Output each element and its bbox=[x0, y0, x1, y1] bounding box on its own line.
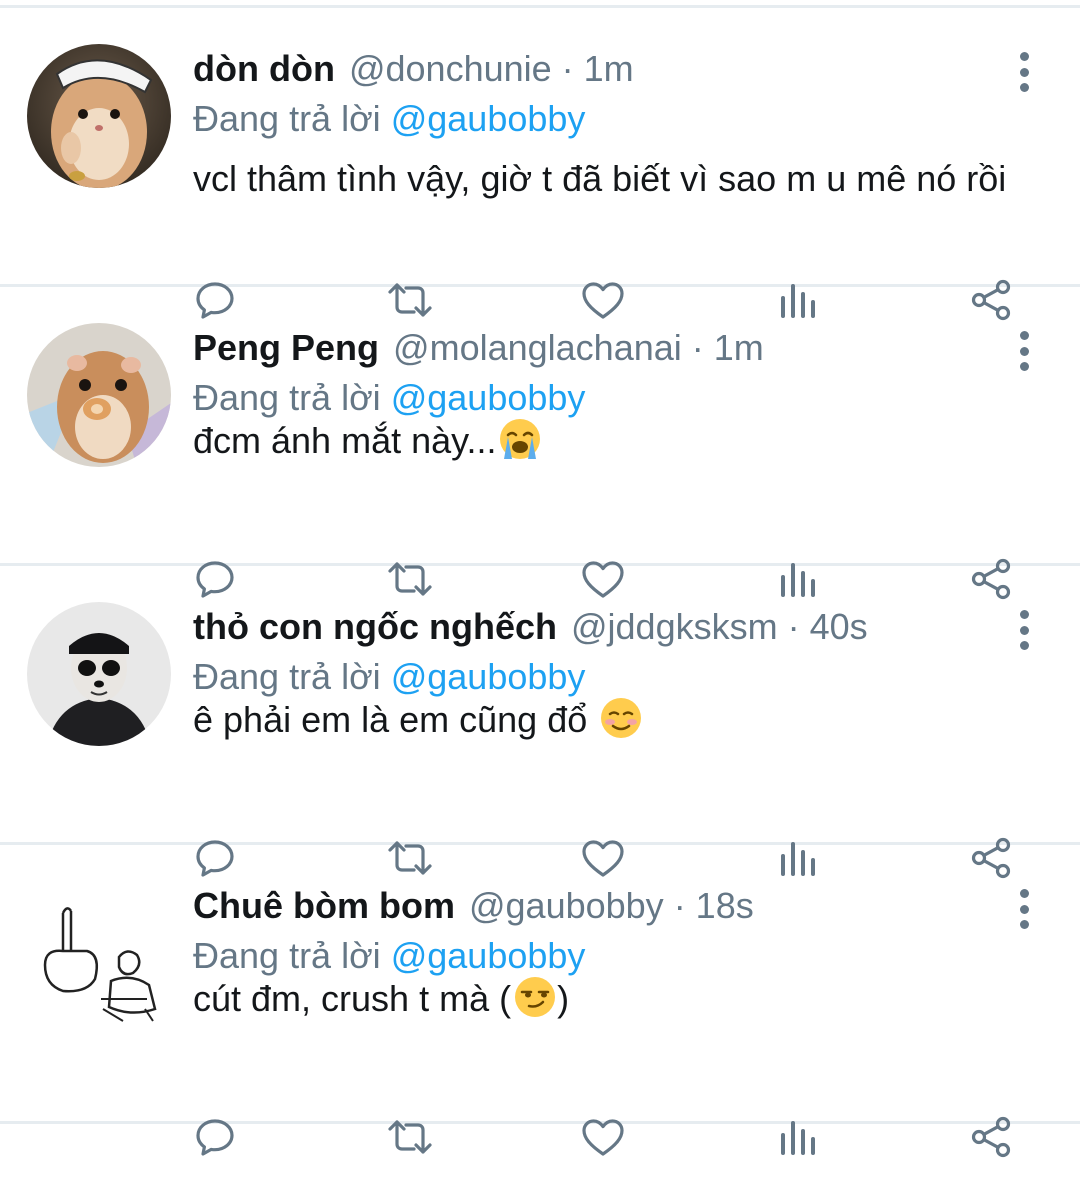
tweet-header: Peng Peng @molanglachanai · 1m bbox=[193, 325, 764, 371]
avatar[interactable] bbox=[27, 44, 171, 188]
more-options-icon[interactable] bbox=[1012, 52, 1036, 92]
display-name[interactable]: dòn dòn bbox=[193, 48, 335, 89]
analytics-icon[interactable] bbox=[773, 1113, 821, 1161]
smirking-face-emoji bbox=[515, 977, 556, 1017]
mention-link[interactable]: @gaubobby bbox=[391, 656, 586, 697]
mention-link[interactable]: @gaubobby bbox=[391, 98, 586, 139]
more-options-icon[interactable] bbox=[1012, 610, 1036, 650]
tweet-text: ê phải em là em cũng đổ bbox=[193, 696, 1033, 741]
more-options-icon[interactable] bbox=[1012, 889, 1036, 929]
replying-to: Đang trả lời @gaubobby bbox=[193, 96, 585, 142]
tweet[interactable]: dòn dòn @donchunie · 1m Đang trả lời @gaub… bbox=[0, 8, 1080, 321]
display-name[interactable]: Chuê bòm bom bbox=[193, 885, 455, 926]
tweet-body: vcl thâm tình vậy, giờ t đã biết vì sao … bbox=[193, 158, 1007, 199]
tweet-body-end: ) bbox=[557, 978, 570, 1019]
replying-to: Đang trả lời @gaubobby bbox=[193, 654, 585, 700]
share-icon[interactable] bbox=[967, 1113, 1015, 1161]
like-icon[interactable] bbox=[579, 1113, 627, 1161]
tweet-body: đcm ánh mắt này... bbox=[193, 420, 497, 461]
tweet[interactable]: Peng Peng @molanglachanai · 1m Đang trả lờ… bbox=[0, 287, 1080, 600]
replying-label: Đang trả lời bbox=[193, 377, 381, 418]
timestamp: · 1m bbox=[561, 48, 634, 89]
tweet-body: cút đm, crush t mà ( bbox=[193, 978, 512, 1019]
timestamp: · 1m bbox=[691, 327, 764, 368]
retweet-icon[interactable] bbox=[386, 1113, 434, 1161]
avatar[interactable] bbox=[27, 881, 171, 1025]
user-handle[interactable]: @donchunie bbox=[349, 48, 552, 89]
tweet[interactable]: Chuê bòm bom @gaubobby · 18s Đang trả lời … bbox=[0, 845, 1080, 1158]
tweet-header: Chuê bòm bom @gaubobby · 18s bbox=[193, 883, 754, 929]
mention-link[interactable]: @gaubobby bbox=[391, 377, 586, 418]
tweet-actions bbox=[0, 1113, 1080, 1173]
timestamp: · 40s bbox=[787, 606, 868, 647]
tweet[interactable]: thỏ con ngốc nghếch @jddgksksm · 40s Đang … bbox=[0, 566, 1080, 879]
tweet-header: thỏ con ngốc nghếch @jddgksksm · 40s bbox=[193, 604, 868, 650]
tweet-text: cút đm, crush t mà () bbox=[193, 975, 1033, 1020]
replying-to: Đang trả lời @gaubobby bbox=[193, 375, 585, 421]
avatar[interactable] bbox=[27, 323, 171, 467]
tweet-header: dòn dòn @donchunie · 1m bbox=[193, 46, 634, 92]
display-name[interactable]: thỏ con ngốc nghếch bbox=[193, 606, 557, 647]
loudly-crying-face-emoji bbox=[500, 419, 541, 459]
more-options-icon[interactable] bbox=[1012, 331, 1036, 371]
user-handle[interactable]: @molanglachanai bbox=[393, 327, 682, 368]
tweet-text: vcl thâm tình vậy, giờ t đã biết vì sao … bbox=[193, 158, 1033, 200]
avatar[interactable] bbox=[27, 602, 171, 746]
mention-link[interactable]: @gaubobby bbox=[391, 935, 586, 976]
tweet-text: đcm ánh mắt này... bbox=[193, 417, 1033, 462]
user-handle[interactable]: @gaubobby bbox=[469, 885, 664, 926]
display-name[interactable]: Peng Peng bbox=[193, 327, 379, 368]
timestamp: · 18s bbox=[673, 885, 754, 926]
replying-label: Đang trả lời bbox=[193, 656, 381, 697]
replying-to: Đang trả lời @gaubobby bbox=[193, 933, 585, 979]
tweet-body: ê phải em là em cũng đổ bbox=[193, 699, 588, 740]
smiling-face-emoji bbox=[601, 698, 642, 738]
reply-feed: dòn dòn @donchunie · 1m Đang trả lời @gaub… bbox=[0, 8, 1080, 1158]
user-handle[interactable]: @jddgksksm bbox=[571, 606, 778, 647]
replying-label: Đang trả lời bbox=[193, 935, 381, 976]
replying-label: Đang trả lời bbox=[193, 98, 381, 139]
reply-icon[interactable] bbox=[191, 1113, 239, 1161]
